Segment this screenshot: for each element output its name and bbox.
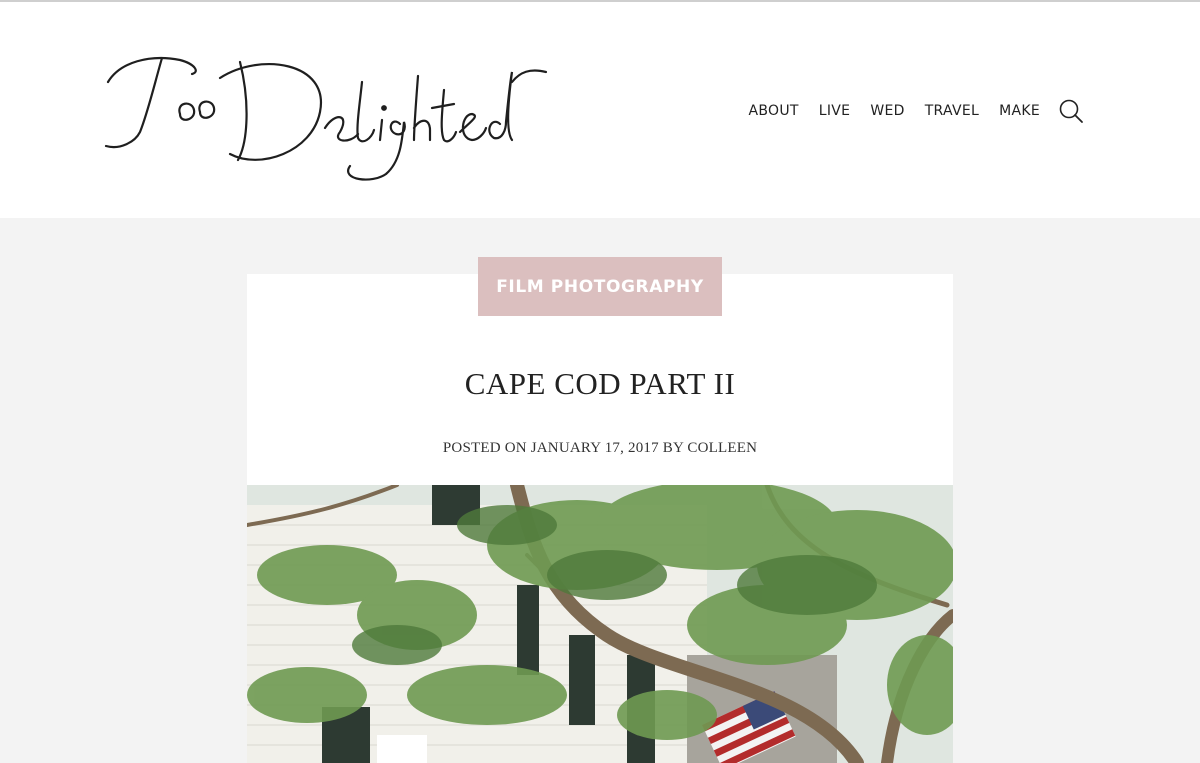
site-header: ABOUT LIVE WED TRAVEL MAKE bbox=[0, 2, 1200, 218]
nav-item-travel[interactable]: TRAVEL bbox=[925, 103, 979, 119]
nav-item-wed[interactable]: WED bbox=[870, 103, 904, 119]
category-badge[interactable]: FILM PHOTOGRAPHY bbox=[478, 257, 722, 316]
cape-cod-house-photo bbox=[247, 478, 953, 763]
post-author[interactable]: COLLEEN bbox=[687, 440, 757, 456]
by-label: BY bbox=[662, 440, 684, 456]
featured-photo[interactable] bbox=[247, 478, 953, 763]
script-logo-mark bbox=[104, 56, 548, 181]
search-icon[interactable] bbox=[1058, 98, 1084, 124]
main-nav: ABOUT LIVE WED TRAVEL MAKE bbox=[748, 98, 1084, 124]
post-title[interactable]: CAPE COD PART II bbox=[247, 366, 953, 402]
nav-item-live[interactable]: LIVE bbox=[819, 103, 851, 119]
posted-on-label: POSTED ON bbox=[442, 440, 527, 456]
post-meta: POSTED ON JANUARY 17, 2017 BY COLLEEN bbox=[247, 440, 953, 457]
site-logo[interactable] bbox=[100, 42, 550, 182]
post-card: CAPE COD PART II POSTED ON JANUARY 17, 2… bbox=[247, 274, 953, 763]
post-date[interactable]: JANUARY 17, 2017 bbox=[531, 440, 659, 456]
nav-item-make[interactable]: MAKE bbox=[999, 103, 1040, 119]
nav-item-about[interactable]: ABOUT bbox=[748, 103, 798, 119]
